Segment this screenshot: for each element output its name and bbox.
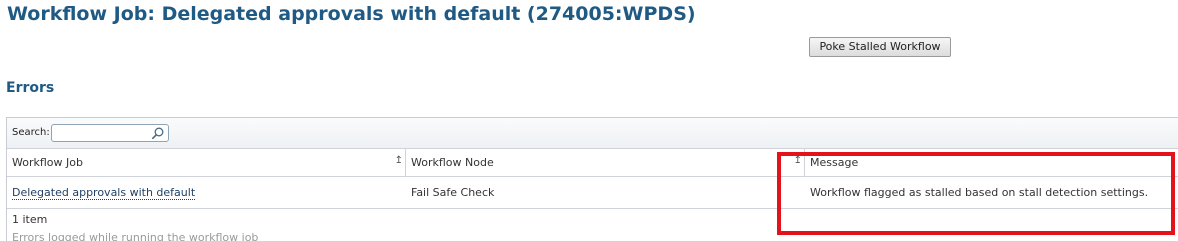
grid-footer: 1 item Errors logged while running the w… <box>7 209 1178 241</box>
table-row: Delegated approvals with default Fail Sa… <box>7 177 1178 209</box>
column-header-workflow-node[interactable]: Workflow Node ↥ <box>406 149 805 176</box>
message-text: Workflow flagged as stalled based on sta… <box>810 186 1149 199</box>
errors-grid: Search: Workflow Job ↥ Workflow Node ↥ M… <box>6 117 1178 241</box>
sort-icon[interactable]: ↥ <box>794 155 802 166</box>
cell-message: Workflow flagged as stalled based on sta… <box>805 177 1178 208</box>
workflow-node-text: Fail Safe Check <box>411 186 495 199</box>
column-label: Message <box>810 156 859 169</box>
search-icon[interactable] <box>151 126 165 140</box>
workflow-job-link[interactable]: Delegated approvals with default <box>12 186 196 200</box>
grid-header-row: Workflow Job ↥ Workflow Node ↥ Message <box>7 149 1178 177</box>
column-label: Workflow Job <box>12 156 83 169</box>
grid-description: Errors logged while running the workflow… <box>12 231 259 241</box>
sort-icon[interactable]: ↥ <box>395 155 403 166</box>
errors-section-title: Errors <box>6 80 55 96</box>
column-header-workflow-job[interactable]: Workflow Job ↥ <box>7 149 406 176</box>
column-label: Workflow Node <box>411 156 494 169</box>
search-input[interactable] <box>54 126 146 140</box>
workflow-job-page: Workflow Job: Delegated approvals with d… <box>0 0 1178 241</box>
column-header-message[interactable]: Message <box>805 149 1178 176</box>
search-box[interactable] <box>51 124 169 142</box>
search-label: Search: <box>12 127 50 138</box>
cell-workflow-node: Fail Safe Check <box>406 177 805 208</box>
poke-stalled-workflow-button[interactable]: Poke Stalled Workflow <box>809 37 951 57</box>
cell-workflow-job: Delegated approvals with default <box>7 177 406 208</box>
page-title: Workflow Job: Delegated approvals with d… <box>7 3 696 25</box>
grid-search-bar: Search: <box>7 118 1178 149</box>
item-count: 1 item <box>12 213 48 226</box>
